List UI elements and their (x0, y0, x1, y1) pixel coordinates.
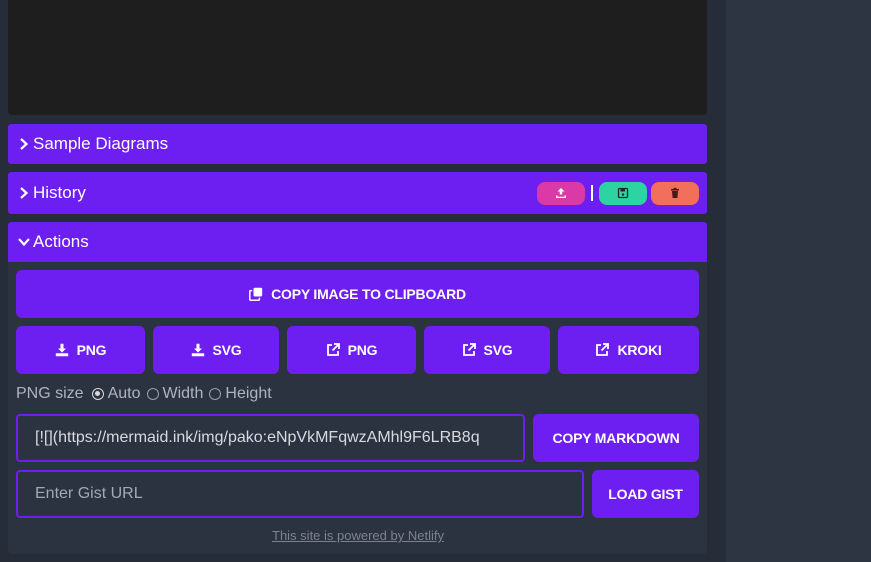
download-png-button[interactable]: PNG (16, 326, 145, 374)
load-gist-button[interactable]: LOAD GIST (592, 470, 699, 518)
trash-icon (671, 187, 679, 198)
open-png-label: PNG (347, 342, 378, 358)
open-svg-button[interactable]: SVG (424, 326, 550, 374)
external-link-icon (326, 343, 340, 356)
radio-checked-icon (91, 388, 104, 400)
history-actions (537, 181, 699, 205)
sidebar-left-pane: Sample Diagrams History Actions COPY IMA… (0, 0, 716, 562)
radio-label-auto: Auto (107, 385, 141, 402)
actions-header[interactable]: Actions (8, 222, 707, 262)
history-separator (591, 185, 593, 201)
download-svg-label: SVG (212, 342, 242, 358)
chevron-right-icon (20, 187, 29, 199)
actions-label: Actions (33, 232, 89, 251)
gist-placeholder: Enter Gist URL (35, 485, 143, 502)
copy-markdown-label: COPY MARKDOWN (552, 430, 680, 446)
copy-image-label: COPY IMAGE TO CLIPBOARD (271, 286, 466, 302)
png-size-row: PNG size Auto Width Height (16, 384, 272, 404)
external-link-icon (596, 343, 610, 356)
gist-url-input[interactable]: Enter Gist URL (16, 470, 584, 518)
open-svg-label: SVG (483, 342, 513, 358)
download-svg-button[interactable]: SVG (153, 326, 279, 374)
markdown-value: [![](https://mermaid.ink/img/pako:eNpVkM… (35, 429, 480, 446)
history-header[interactable]: History (8, 172, 707, 214)
copy-icon (249, 287, 263, 301)
png-size-label: PNG size (16, 385, 84, 402)
radio-label-height: Height (225, 385, 272, 402)
chevron-right-icon (20, 138, 29, 150)
upload-history-button[interactable] (537, 181, 585, 205)
radio-label-width: Width (162, 385, 204, 402)
open-kroki-label: KROKI (617, 342, 662, 358)
clear-history-button[interactable] (651, 181, 699, 205)
save-icon (617, 187, 629, 199)
history-label: History (33, 183, 86, 202)
copy-image-button[interactable]: COPY IMAGE TO CLIPBOARD (16, 270, 699, 318)
radio-unchecked-icon (146, 388, 159, 400)
chevron-down-icon (18, 238, 30, 247)
png-size-height-radio[interactable]: Height (209, 385, 272, 403)
radio-unchecked-icon (209, 388, 222, 400)
open-kroki-button[interactable]: KROKI (558, 326, 699, 374)
external-link-icon (462, 343, 476, 356)
sample-diagrams-label: Sample Diagrams (33, 134, 169, 153)
load-gist-label: LOAD GIST (608, 486, 683, 502)
netlify-footer-link[interactable]: This site is powered by Netlify (0, 528, 716, 543)
sample-diagrams-header[interactable]: Sample Diagrams (8, 124, 707, 164)
diagram-preview (8, 0, 707, 115)
png-size-width-radio[interactable]: Width (146, 385, 204, 403)
copy-markdown-button[interactable]: COPY MARKDOWN (533, 414, 699, 462)
download-png-label: PNG (76, 342, 107, 358)
editor-right-pane (716, 0, 871, 562)
png-size-auto-radio[interactable]: Auto (91, 385, 141, 403)
markdown-input[interactable]: [![](https://mermaid.ink/img/pako:eNpVkM… (16, 414, 525, 462)
download-icon (55, 343, 68, 357)
save-history-button[interactable] (599, 181, 647, 205)
download-icon (191, 343, 204, 357)
open-png-button[interactable]: PNG (287, 326, 416, 374)
upload-icon (556, 188, 566, 198)
